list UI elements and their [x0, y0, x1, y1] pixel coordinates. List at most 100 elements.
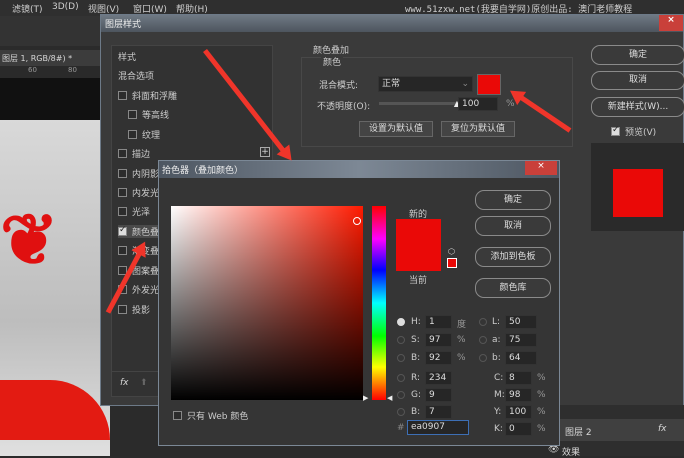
input-C[interactable]: 8	[505, 371, 532, 385]
label-S: S:	[411, 335, 420, 345]
layer-fx-icon[interactable]: fx	[658, 424, 667, 434]
input-G[interactable]: 9	[425, 388, 452, 402]
overlay-color-swatch[interactable]	[477, 74, 501, 95]
label-R: R:	[411, 373, 421, 383]
checkbox[interactable]	[118, 91, 127, 100]
input-S[interactable]: 97	[425, 333, 452, 347]
radio-S[interactable]	[397, 336, 405, 344]
label-G: G:	[411, 390, 422, 400]
checkbox[interactable]	[118, 188, 127, 197]
add-to-swatches-button[interactable]: 添加到色板	[475, 247, 551, 267]
color-libraries-button[interactable]: 颜色库	[475, 278, 551, 298]
hue-marker-left[interactable]: ▶	[363, 394, 368, 402]
hue-slider[interactable]	[372, 206, 386, 400]
unit-label: %	[537, 390, 546, 400]
style-item[interactable]: 内发光	[118, 186, 159, 199]
move-up-icon[interactable]: ⬆	[140, 378, 148, 388]
document-tab[interactable]: 图层 1, RGB/8#) *	[0, 50, 100, 66]
calligraphy-art: ❦	[0, 198, 59, 281]
new-style-button[interactable]: 新建样式(W)...	[591, 97, 684, 117]
current-label: 当前	[409, 276, 428, 286]
eye-icon[interactable]: 👁	[548, 445, 559, 455]
radio-b[interactable]	[479, 354, 487, 362]
ok-button[interactable]: 确定	[591, 45, 684, 65]
unit-label: %	[537, 424, 546, 434]
checkbox[interactable]	[118, 169, 127, 178]
cancel-button[interactable]: 取消	[475, 216, 551, 236]
label-L: L:	[492, 317, 501, 327]
set-default-button[interactable]: 设置为默认值	[359, 121, 433, 137]
close-button[interactable]: ×	[659, 15, 683, 31]
input-H[interactable]: 1	[425, 315, 452, 329]
unit-label: %	[537, 407, 546, 417]
style-item[interactable]: 纹理	[128, 128, 160, 141]
web-only-checkbox[interactable]: 只有 Web 颜色	[173, 409, 248, 422]
preview-label: 预览(V)	[625, 128, 657, 138]
style-item[interactable]: 等高线	[128, 108, 169, 121]
options-bar	[0, 16, 100, 46]
input-b[interactable]: 64	[505, 351, 537, 365]
checkbox[interactable]	[118, 149, 127, 158]
radio-H[interactable]	[397, 318, 405, 326]
hex-input[interactable]: ea0907	[407, 420, 469, 435]
fx-button[interactable]: fx	[120, 378, 129, 388]
ruler-tick: 60	[28, 66, 37, 74]
radio-Bb[interactable]	[397, 408, 405, 416]
checkbox[interactable]	[118, 305, 127, 314]
styles-header[interactable]: 样式	[118, 50, 136, 63]
radio-L[interactable]	[479, 318, 487, 326]
checkbox[interactable]	[173, 411, 182, 420]
ok-button[interactable]: 确定	[475, 190, 551, 210]
preview-checkbox[interactable]: 预览(V)	[611, 125, 656, 138]
opacity-slider[interactable]: ▲	[379, 99, 460, 108]
cube-warning-icon[interactable]: ⬡	[448, 247, 455, 256]
checkbox[interactable]	[118, 207, 127, 216]
color-cursor[interactable]	[353, 217, 361, 225]
effects-label: 效果	[562, 448, 581, 458]
style-item-label: 光泽	[132, 208, 151, 218]
blend-mode-select[interactable]: 正常 ⌄	[378, 76, 473, 92]
input-a[interactable]: 75	[505, 333, 537, 347]
radio-G[interactable]	[397, 391, 405, 399]
input-Bb[interactable]: 7	[425, 405, 452, 419]
websafe-swatch[interactable]	[447, 258, 457, 268]
saturation-brightness-field[interactable]	[171, 206, 363, 400]
checkbox[interactable]	[128, 110, 137, 119]
input-M[interactable]: 98	[505, 388, 532, 402]
style-item[interactable]: 光泽	[118, 205, 150, 218]
radio-R[interactable]	[397, 374, 405, 382]
style-item[interactable]: 投影	[118, 303, 150, 316]
unit-label: %	[457, 335, 466, 345]
checkbox[interactable]	[118, 225, 127, 236]
input-K[interactable]: 0	[505, 422, 532, 436]
style-item[interactable]: 描边	[118, 147, 150, 160]
radio-a[interactable]	[479, 336, 487, 344]
input-Y[interactable]: 100	[505, 405, 532, 419]
input-B[interactable]: 92	[425, 351, 452, 365]
opacity-label: 不透明度(O):	[317, 102, 371, 112]
input-R[interactable]: 234	[425, 371, 452, 385]
label-K: K:	[494, 424, 503, 434]
opacity-input[interactable]: 100	[458, 97, 498, 111]
style-item[interactable]: 内阴影	[118, 167, 159, 180]
layer-row[interactable]: 图层 2 fx	[560, 419, 684, 441]
hue-marker-right[interactable]: ◀	[387, 394, 392, 402]
close-button[interactable]: ×	[525, 161, 557, 175]
blend-options[interactable]: 混合选项	[118, 69, 154, 82]
checkbox[interactable]	[128, 130, 137, 139]
add-stroke-icon[interactable]: +	[260, 147, 270, 157]
chevron-down-icon: ⌄	[461, 79, 469, 89]
cancel-button[interactable]: 取消	[591, 71, 684, 90]
input-L[interactable]: 50	[505, 315, 537, 329]
checkbox[interactable]	[611, 125, 620, 136]
menu-filter[interactable]: 滤镜(T)	[12, 2, 43, 15]
canvas-dark	[0, 78, 100, 120]
style-item[interactable]: 斜面和浮雕	[118, 89, 177, 102]
reset-default-button[interactable]: 复位为默认值	[441, 121, 515, 137]
radio-B[interactable]	[397, 354, 405, 362]
checkbox[interactable]	[118, 246, 127, 255]
unit-label: 度	[457, 320, 467, 330]
layer-name: 图层 2	[565, 428, 592, 438]
unit-label: %	[457, 353, 466, 363]
menu-3d[interactable]: 3D(D)	[52, 2, 79, 12]
